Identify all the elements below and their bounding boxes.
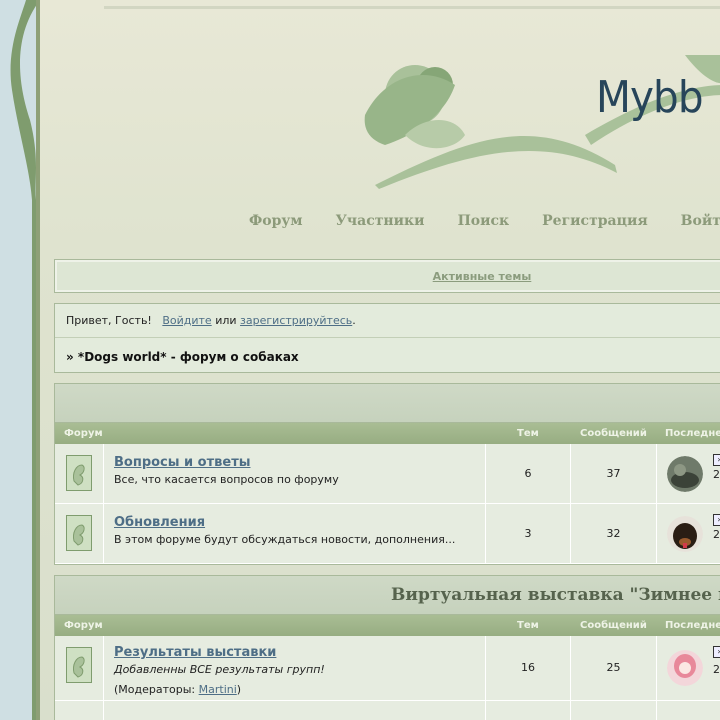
category-header: Виртуальная выставка "Зимнее шо xyxy=(55,576,720,615)
col-forum: Форум xyxy=(64,620,103,631)
go-to-post-icon[interactable]: › xyxy=(713,646,720,658)
col-forum: Форум xyxy=(64,428,103,439)
forum-read-icon xyxy=(66,515,92,551)
go-to-post-icon[interactable]: › xyxy=(713,514,720,526)
or-text: или xyxy=(215,314,237,327)
forum-row: Результаты выставки Добавленны ВСЕ резул… xyxy=(55,636,720,701)
forum-link[interactable]: Обновления xyxy=(114,515,205,530)
last-post-date: 20 xyxy=(713,663,720,676)
greeting-line: Привет, Гость! Войдите или зарегистрируй… xyxy=(66,314,356,327)
dot-text: . xyxy=(352,314,356,327)
forum-link[interactable]: Результаты выставки xyxy=(114,645,276,660)
forum-row: Вопросы и ответы Все, что касается вопро… xyxy=(55,444,720,504)
topics-count: 16 xyxy=(486,636,571,700)
moderators-end: ) xyxy=(236,683,242,696)
forum-row: Обновления В этом форуме будут обсуждать… xyxy=(55,504,720,564)
topics-count: 6 xyxy=(486,444,571,503)
posts-count: 32 xyxy=(571,504,657,563)
forum-description: В этом форуме будут обсуждаться новости,… xyxy=(114,533,456,546)
moderator-link[interactable]: Martini xyxy=(199,683,237,696)
column-header: Форум Тем Сообщений Последнее xyxy=(55,423,720,444)
col-posts: Сообщений xyxy=(580,428,647,439)
last-post: › 20 xyxy=(657,444,720,503)
category-title: Виртуальная выставка "Зимнее шо xyxy=(391,585,720,605)
welcome-box: Привет, Гость! Войдите или зарегистрируй… xyxy=(54,303,720,373)
nav-forum[interactable]: Форум xyxy=(249,213,303,229)
category-main: Форум Тем Сообщений Последнее Вопросы и … xyxy=(54,383,720,565)
forum-description: Добавленны ВСЕ результаты групп! xyxy=(114,663,325,676)
topics-count: 3 xyxy=(486,504,571,563)
last-post-date: 20 xyxy=(713,468,720,481)
category-header xyxy=(55,384,720,423)
go-to-post-icon[interactable]: › xyxy=(713,454,720,466)
top-line xyxy=(104,6,720,9)
last-post-date: 20 xyxy=(713,528,720,541)
nav-register[interactable]: Регистрация xyxy=(542,213,648,229)
register-link[interactable]: зарегистрируйтесь xyxy=(240,314,352,327)
forum-description: Все, что касается вопросов по форуму xyxy=(114,473,339,486)
col-last: Последнее xyxy=(665,428,720,439)
page: Mybb Форум Участники Поиск Регистрация Войти… xyxy=(36,0,720,720)
breadcrumb[interactable]: » *Dogs world* - форум о собаках xyxy=(66,350,299,364)
posts-count: 25 xyxy=(571,636,657,700)
site-logo[interactable]: Mybb xyxy=(596,72,704,123)
last-post: › 20 xyxy=(657,636,720,700)
greeting-text: Привет, Гость! xyxy=(66,314,152,327)
moderators-label: (Модераторы: xyxy=(114,683,196,696)
forum-row-partial xyxy=(55,701,720,720)
category-winter-show: Виртуальная выставка "Зимнее шо Форум Те… xyxy=(54,575,720,720)
login-link[interactable]: Войдите xyxy=(162,314,211,327)
main-nav: Форум Участники Поиск Регистрация Войти xyxy=(249,213,720,229)
forum-read-icon xyxy=(66,455,92,491)
column-header: Форум Тем Сообщений Последнее xyxy=(55,615,720,636)
posts-count: 37 xyxy=(571,444,657,503)
avatar[interactable] xyxy=(667,516,703,552)
active-topics-link[interactable]: Активные темы xyxy=(433,270,532,283)
nav-search[interactable]: Поиск xyxy=(458,213,510,229)
forum-read-icon xyxy=(66,647,92,683)
avatar[interactable] xyxy=(667,650,703,686)
avatar[interactable] xyxy=(667,456,703,492)
col-topics: Тем xyxy=(517,428,539,439)
nav-users[interactable]: Участники xyxy=(336,213,425,229)
nav-login[interactable]: Войти xyxy=(681,213,720,229)
divider xyxy=(55,337,720,338)
col-topics: Тем xyxy=(517,620,539,631)
col-posts: Сообщений xyxy=(580,620,647,631)
active-topics-bar: Активные темы xyxy=(54,259,720,293)
forum-link[interactable]: Вопросы и ответы xyxy=(114,455,250,470)
moderators: (Модераторы: Martini) xyxy=(114,683,241,696)
last-post: › 20 xyxy=(657,504,720,563)
col-last: Последнее xyxy=(665,620,720,631)
